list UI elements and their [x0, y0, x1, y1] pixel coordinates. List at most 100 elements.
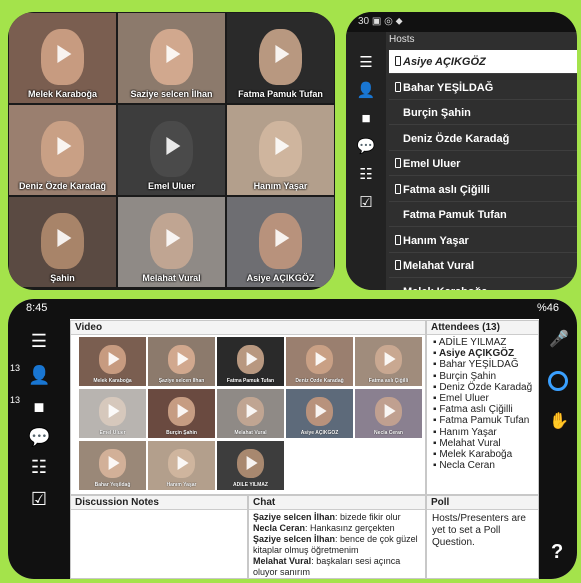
video-tile[interactable]: ADİLE YILMAZ	[217, 441, 284, 490]
play-icon[interactable]	[56, 136, 71, 155]
video-tile[interactable]: Fatma aslı Çiğilli	[355, 337, 422, 386]
chat-icon[interactable]: 💬	[356, 138, 376, 156]
video-tile[interactable]: Deniz Özde Karadağ	[9, 105, 116, 195]
video-tile[interactable]: Asiye AÇIKGÖZ	[227, 197, 334, 287]
attendee-item[interactable]: ▪ Fatma aslı Çiğilli	[427, 404, 538, 415]
layout-icon[interactable]: ☰	[356, 54, 376, 72]
video-tile[interactable]: Emel Uluer	[79, 389, 146, 438]
video-tile[interactable]: Melek Karaboğa	[79, 337, 146, 386]
video-tile[interactable]: Hanım Yaşar	[227, 105, 334, 195]
host-list-item[interactable]: Bahar YEŞİLDAĞ	[389, 76, 577, 100]
attendee-item[interactable]: ▪ Fatma Pamuk Tufan	[427, 415, 538, 426]
camera-icon[interactable]: ■	[28, 397, 50, 418]
participant-name: Fatma Pamuk Tufan	[238, 89, 323, 99]
camera-icon[interactable]: ■	[356, 110, 376, 128]
play-icon[interactable]	[246, 403, 258, 418]
play-icon[interactable]	[165, 44, 180, 63]
attendee-item[interactable]: ▪ Asiye AÇIKGÖZ	[427, 348, 538, 359]
video-title: Video	[71, 321, 425, 335]
chat-icon[interactable]: 💬	[28, 427, 50, 448]
help-icon[interactable]: ?	[551, 541, 563, 564]
video-tile[interactable]: Fatma Pamuk Tufan	[217, 337, 284, 386]
video-tile[interactable]: Melahat Vural	[118, 197, 225, 287]
poll-icon[interactable]: ☑	[28, 489, 50, 510]
notes-title[interactable]: Discussion Notes	[71, 496, 247, 510]
webcam-icon[interactable]	[548, 371, 568, 391]
play-icon[interactable]	[56, 44, 71, 63]
host-name: Hanım Yaşar	[403, 234, 469, 247]
video-tile[interactable]: Şaziye selcen İlhan	[148, 337, 215, 386]
play-icon[interactable]	[315, 403, 327, 418]
device-icon	[395, 158, 401, 168]
host-list-item[interactable]: Deniz Özde Karadağ	[389, 127, 577, 151]
play-icon[interactable]	[56, 228, 71, 247]
play-icon[interactable]	[246, 455, 258, 470]
attendee-item[interactable]: ▪ Deniz Özde Karadağ	[427, 382, 538, 393]
attendee-item[interactable]: ▪ ADİLE YILMAZ	[427, 337, 538, 348]
attendee-item[interactable]: ▪ Bahar YEŞİLDAĞ	[427, 359, 538, 370]
play-icon[interactable]	[315, 351, 327, 366]
video-tile[interactable]: Bahar Yeşildağ	[79, 441, 146, 490]
host-list-item[interactable]: Asiye AÇIKGÖZ	[389, 50, 577, 74]
host-list-item[interactable]: Fatma Pamuk Tufan	[389, 203, 577, 227]
participant-name: Hanım Yaşar	[166, 482, 197, 488]
video-tile[interactable]: Şahin	[9, 197, 116, 287]
video-tile[interactable]: Deniz Özde Karadağ	[286, 337, 353, 386]
person-icon[interactable]: 👤	[28, 365, 50, 386]
play-icon[interactable]	[177, 351, 189, 366]
play-icon[interactable]	[177, 455, 189, 470]
participant-name: Hanım Yaşar	[253, 181, 308, 191]
video-tile[interactable]: Melek Karaboğa	[9, 13, 116, 103]
status-time: 30	[358, 16, 370, 27]
participant-name: Melek Karaboğa	[93, 378, 132, 384]
participant-name: Melahat Vural	[234, 430, 267, 436]
host-list-item[interactable]: Melek Karaboğa	[389, 280, 577, 291]
play-icon[interactable]	[108, 351, 120, 366]
attendee-item[interactable]: ▪ Burçin Şahin	[427, 371, 538, 382]
chat-title: Chat	[249, 496, 425, 510]
attendee-name: ADİLE YILMAZ	[438, 337, 507, 348]
play-icon[interactable]	[246, 351, 258, 366]
host-list-item[interactable]: Fatma aslı Çiğilli	[389, 178, 577, 202]
attendee-item[interactable]: ▪ Hanım Yaşar	[427, 427, 538, 438]
attendee-item[interactable]: ▪ Melek Karaboğa	[427, 449, 538, 460]
video-tile[interactable]: Burçin Şahin	[148, 389, 215, 438]
video-tile[interactable]: Necla Ceran	[355, 389, 422, 438]
host-list-item[interactable]: Emel Uluer	[389, 152, 577, 176]
notes-icon[interactable]: ☷	[356, 166, 376, 184]
play-icon[interactable]	[165, 228, 180, 247]
participant-name: Fatma aslı Çiğilli	[368, 378, 409, 384]
person-icon[interactable]: 👤	[356, 82, 376, 100]
host-list-item[interactable]: Melahat Vural	[389, 254, 577, 278]
layout-icon[interactable]: ☰	[28, 331, 50, 352]
video-tile[interactable]: Emel Uluer	[118, 105, 225, 195]
participant-name: Emel Uluer	[147, 181, 196, 191]
device-icon	[395, 81, 401, 92]
raise-hand-icon[interactable]: ✋	[549, 411, 569, 431]
video-tile[interactable]: Melahat Vural	[217, 389, 284, 438]
play-icon[interactable]	[384, 403, 396, 418]
play-icon[interactable]	[165, 136, 180, 155]
play-icon[interactable]	[274, 228, 289, 247]
attendee-item[interactable]: ▪ Emel Uluer	[427, 393, 538, 404]
device-icon	[395, 234, 401, 245]
hosts-side-toolbar: ☰ 👤 ■ 💬 ☷ ☑	[346, 32, 386, 290]
play-icon[interactable]	[274, 136, 289, 155]
host-list-item[interactable]: Burçin Şahin	[389, 101, 577, 125]
play-icon[interactable]	[108, 403, 120, 418]
play-icon[interactable]	[177, 403, 189, 418]
notes-icon[interactable]: ☷	[28, 457, 50, 478]
play-icon[interactable]	[274, 44, 289, 63]
play-icon[interactable]	[108, 455, 120, 470]
host-list-item[interactable]: Hanım Yaşar	[389, 229, 577, 253]
video-tile[interactable]: Asiye AÇIKGÖZ	[286, 389, 353, 438]
attendee-item[interactable]: ▪ Necla Ceran	[427, 460, 538, 471]
attendees-section: Attendees (13) ▪ ADİLE YILMAZ ▪ Asiye AÇI…	[426, 320, 539, 495]
attendee-item[interactable]: ▪ Melahat Vural	[427, 438, 538, 449]
microphone-icon[interactable]: 🎤	[549, 329, 569, 349]
video-tile[interactable]: Saziye selcen İlhan	[118, 13, 225, 103]
video-tile[interactable]: Hanım Yaşar	[148, 441, 215, 490]
play-icon[interactable]	[384, 351, 396, 366]
video-tile[interactable]: Fatma Pamuk Tufan	[227, 13, 334, 103]
poll-icon[interactable]: ☑	[356, 194, 376, 212]
